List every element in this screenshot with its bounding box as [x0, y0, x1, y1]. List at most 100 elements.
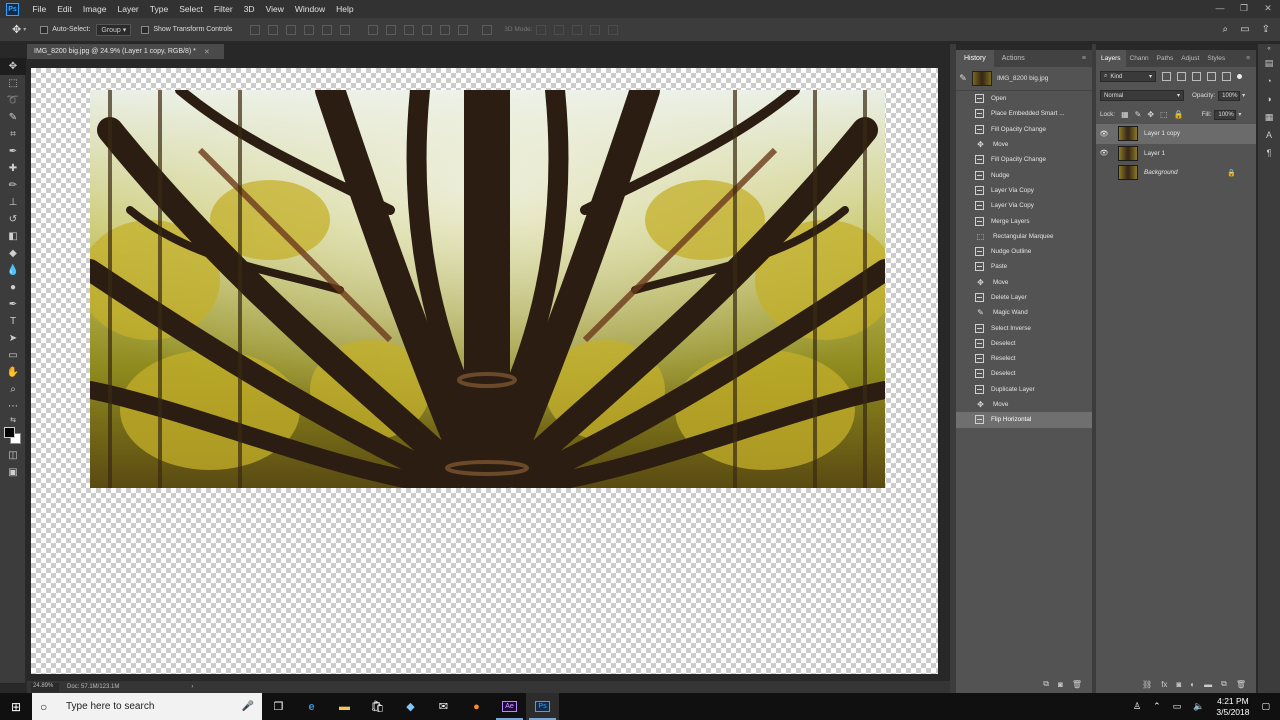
3d-pan-icon[interactable] [572, 24, 583, 35]
store-icon[interactable]: 🛍 [361, 693, 394, 720]
network-icon[interactable]: ▭ [1173, 701, 1182, 712]
distribute-left-icon[interactable] [422, 24, 433, 35]
lock-transparent-icon[interactable]: ▦ [1121, 110, 1129, 119]
lock-position-icon[interactable]: ✥ [1147, 110, 1154, 119]
tab-history[interactable]: History [956, 50, 994, 67]
taskbar-clock[interactable]: 4:21 PM 3/5/2018 [1216, 696, 1249, 718]
close-window-button[interactable]: ✕ [1256, 0, 1280, 16]
history-state[interactable]: Deselect [956, 336, 1092, 351]
menu-image[interactable]: Image [77, 4, 112, 14]
distribute-top-icon[interactable] [368, 24, 379, 35]
new-layer-icon[interactable]: ⧉ [1221, 679, 1227, 689]
restore-button[interactable]: ❐ [1232, 0, 1256, 16]
chevron-down-icon[interactable]: ▾ [23, 26, 26, 33]
history-state[interactable]: Delete Layer [956, 290, 1092, 305]
history-state[interactable]: Layer Via Copy [956, 183, 1092, 198]
more-tools-icon[interactable]: ⋯ [0, 398, 26, 415]
microphone-icon[interactable]: 🎤 [242, 701, 254, 712]
screen-mode-icon[interactable]: ▣ [0, 464, 26, 481]
lock-artboard-icon[interactable]: ⬚ [1160, 110, 1168, 119]
history-state[interactable]: Fill Opacity Change [956, 152, 1092, 167]
search-icon[interactable]: ⌕ [1223, 24, 1229, 35]
history-state[interactable]: Flip Horizontal [956, 412, 1092, 428]
swap-colors-icon[interactable]: ⇆ [0, 415, 26, 425]
character-icon[interactable]: A [1258, 126, 1280, 144]
tab-paths[interactable]: Paths [1153, 50, 1178, 67]
history-state[interactable]: ⬚ Rectangular Marquee [956, 229, 1092, 244]
3d-orbit-icon[interactable] [536, 24, 547, 35]
zoom-level-field[interactable]: 24.89% [31, 682, 59, 692]
menu-filter[interactable]: Filter [208, 4, 238, 14]
taskbar-search-box[interactable]: ○ Type here to search 🎤 [32, 693, 262, 720]
marquee-tool-icon[interactable]: ⬚ [0, 75, 26, 92]
history-state[interactable]: Merge Layers [956, 213, 1092, 228]
visibility-eye-icon[interactable]: 👁 [1096, 130, 1112, 138]
3d-roll-icon[interactable] [554, 24, 565, 35]
auto-select-checkbox[interactable] [40, 25, 49, 34]
lock-image-icon[interactable]: ✎ [1135, 110, 1142, 119]
menu-select[interactable]: Select [174, 4, 209, 14]
filter-pixel-icon[interactable] [1162, 72, 1171, 81]
history-state[interactable]: ✥ Move [956, 275, 1092, 290]
quick-select-tool-icon[interactable]: ✎ [0, 109, 26, 126]
edge-icon[interactable]: e [295, 693, 328, 720]
notifications-icon[interactable]: ▢ [1261, 701, 1270, 712]
filter-toggle-icon[interactable] [1237, 74, 1242, 79]
panel-menu-icon[interactable]: ≡ [1082, 55, 1086, 62]
tray-chevron-up-icon[interactable]: ⌃ [1153, 701, 1161, 712]
auto-align-icon[interactable] [482, 24, 493, 35]
distribute-bottom-icon[interactable] [404, 24, 415, 35]
menu-view[interactable]: View [260, 4, 289, 14]
blend-mode-dropdown[interactable]: Normal ▾ [1100, 90, 1184, 101]
menu-window[interactable]: Window [289, 4, 330, 14]
status-menu-arrow[interactable]: › [191, 684, 193, 690]
photoshop-taskbar-icon[interactable]: Ps [526, 693, 559, 720]
after-effects-icon[interactable]: Ae [493, 693, 526, 720]
history-state[interactable]: Layer Via Copy [956, 198, 1092, 213]
layer-row[interactable]: 👁 Layer 1 [1096, 144, 1256, 164]
adjustments-icon[interactable]: ◑ [1258, 90, 1280, 108]
history-snapshot[interactable]: ✎ IMG_8200 big.jpg [956, 67, 1092, 91]
paint-bucket-tool-icon[interactable]: ◆ [0, 245, 26, 262]
distribute-hcenter-icon[interactable] [440, 24, 451, 35]
history-state[interactable]: Deselect [956, 366, 1092, 381]
dock-collapse-icon[interactable]: « [1258, 44, 1280, 54]
menu-help[interactable]: Help [331, 4, 359, 14]
clone-stamp-tool-icon[interactable]: ⊥ [0, 194, 26, 211]
align-bottom-icon[interactable] [286, 24, 297, 35]
opacity-field[interactable]: 100% [1218, 90, 1241, 101]
history-state[interactable]: Nudge [956, 167, 1092, 182]
eraser-tool-icon[interactable]: ◧ [0, 228, 26, 245]
history-state[interactable]: Select Inverse [956, 320, 1092, 335]
tab-actions[interactable]: Actions [994, 50, 1033, 67]
fill-field[interactable]: 100% [1214, 109, 1237, 120]
color-icon[interactable]: ◔ [1258, 72, 1280, 90]
filter-kind-dropdown[interactable]: ⌕ Kind ▾ [1100, 71, 1156, 82]
auto-select-target-dropdown[interactable]: Group ▾ [96, 23, 132, 36]
lasso-tool-icon[interactable]: ➰ [0, 92, 26, 109]
layer-row[interactable]: 👁 Layer 1 copy [1096, 124, 1256, 144]
history-state[interactable]: Duplicate Layer [956, 382, 1092, 397]
foreground-background-color[interactable] [0, 425, 26, 447]
filter-type-icon[interactable] [1192, 72, 1201, 81]
volume-icon[interactable]: 🔈 [1193, 701, 1204, 712]
tab-channels[interactable]: Chann [1126, 50, 1153, 67]
history-state[interactable]: Nudge Outline [956, 244, 1092, 259]
filter-shape-icon[interactable] [1207, 72, 1216, 81]
history-state[interactable]: Paste [956, 259, 1092, 274]
3d-slide-icon[interactable] [590, 24, 601, 35]
type-tool-icon[interactable]: T [0, 313, 26, 330]
people-icon[interactable]: ♙ [1133, 701, 1141, 712]
tree-image-layer[interactable] [90, 90, 885, 488]
quick-mask-icon[interactable]: ◫ [0, 447, 26, 464]
history-state[interactable]: Place Embedded Smart ... [956, 106, 1092, 121]
align-top-icon[interactable] [250, 24, 261, 35]
history-state[interactable]: ✥ Move [956, 397, 1092, 412]
minimize-button[interactable]: — [1208, 0, 1232, 16]
layer-row[interactable]: Background 🔒 [1096, 163, 1256, 183]
history-state[interactable]: Open [956, 91, 1092, 106]
add-mask-icon[interactable]: ◙ [1176, 680, 1181, 689]
camera-icon[interactable]: ◙ [1058, 680, 1063, 689]
move-tool-preset-icon[interactable]: ✥ [12, 23, 21, 36]
chevron-down-icon[interactable]: ▾ [1242, 92, 1245, 99]
